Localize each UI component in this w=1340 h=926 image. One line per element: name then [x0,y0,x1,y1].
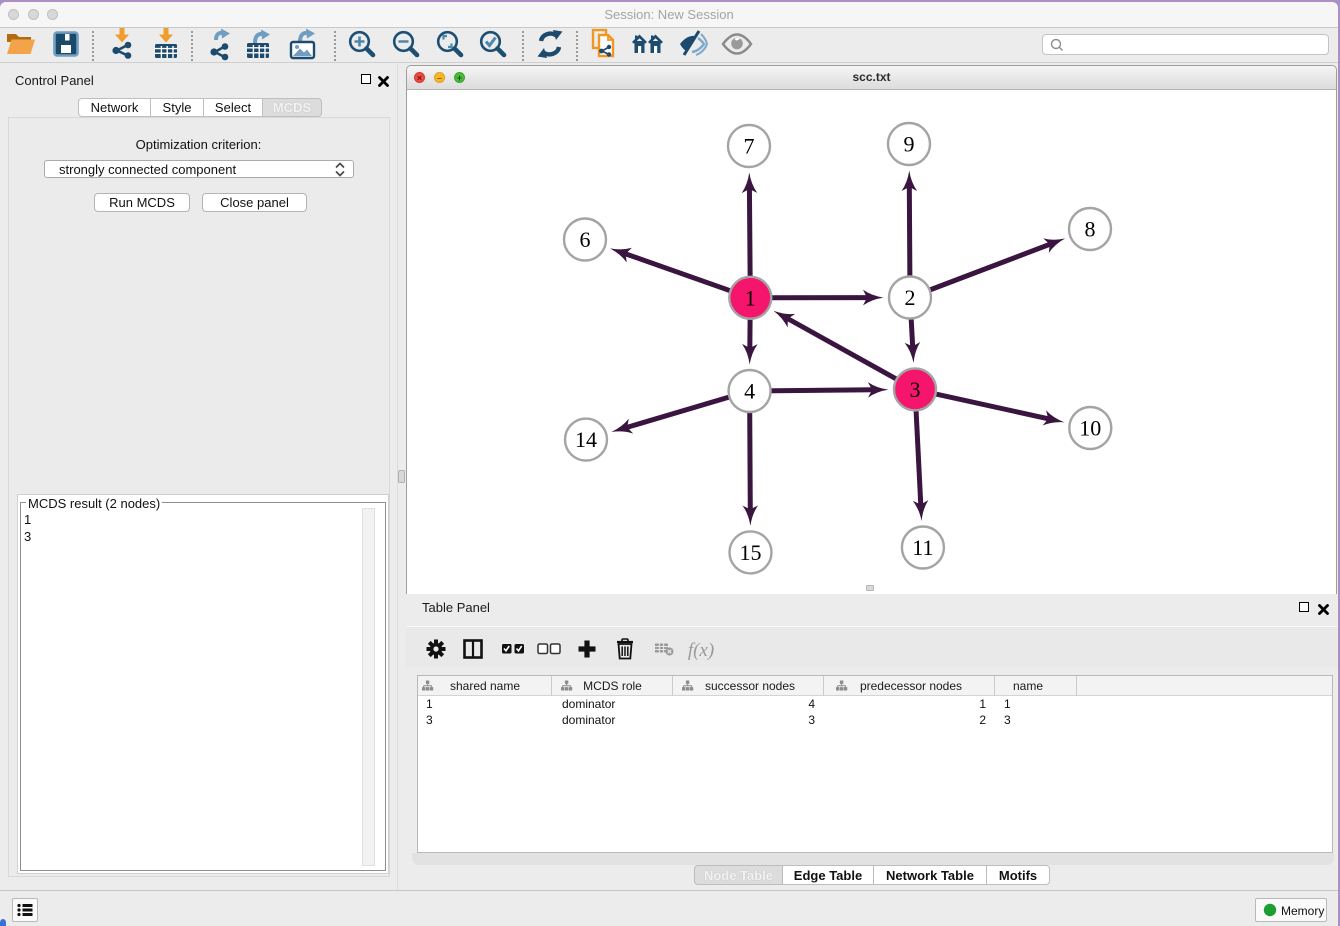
svg-text:8: 8 [1085,217,1096,242]
svg-text:4: 4 [744,379,755,404]
svg-text:9: 9 [904,132,915,157]
svg-text:2: 2 [905,285,916,310]
svg-text:7: 7 [744,134,755,159]
svg-text:10: 10 [1079,416,1101,441]
svg-text:3: 3 [910,377,921,402]
svg-text:14: 14 [575,427,597,452]
svg-text:f(x): f(x) [688,640,714,661]
svg-text:11: 11 [912,535,933,560]
svg-text:6: 6 [580,227,591,252]
svg-text:1: 1 [745,285,756,310]
svg-text:15: 15 [740,540,762,565]
